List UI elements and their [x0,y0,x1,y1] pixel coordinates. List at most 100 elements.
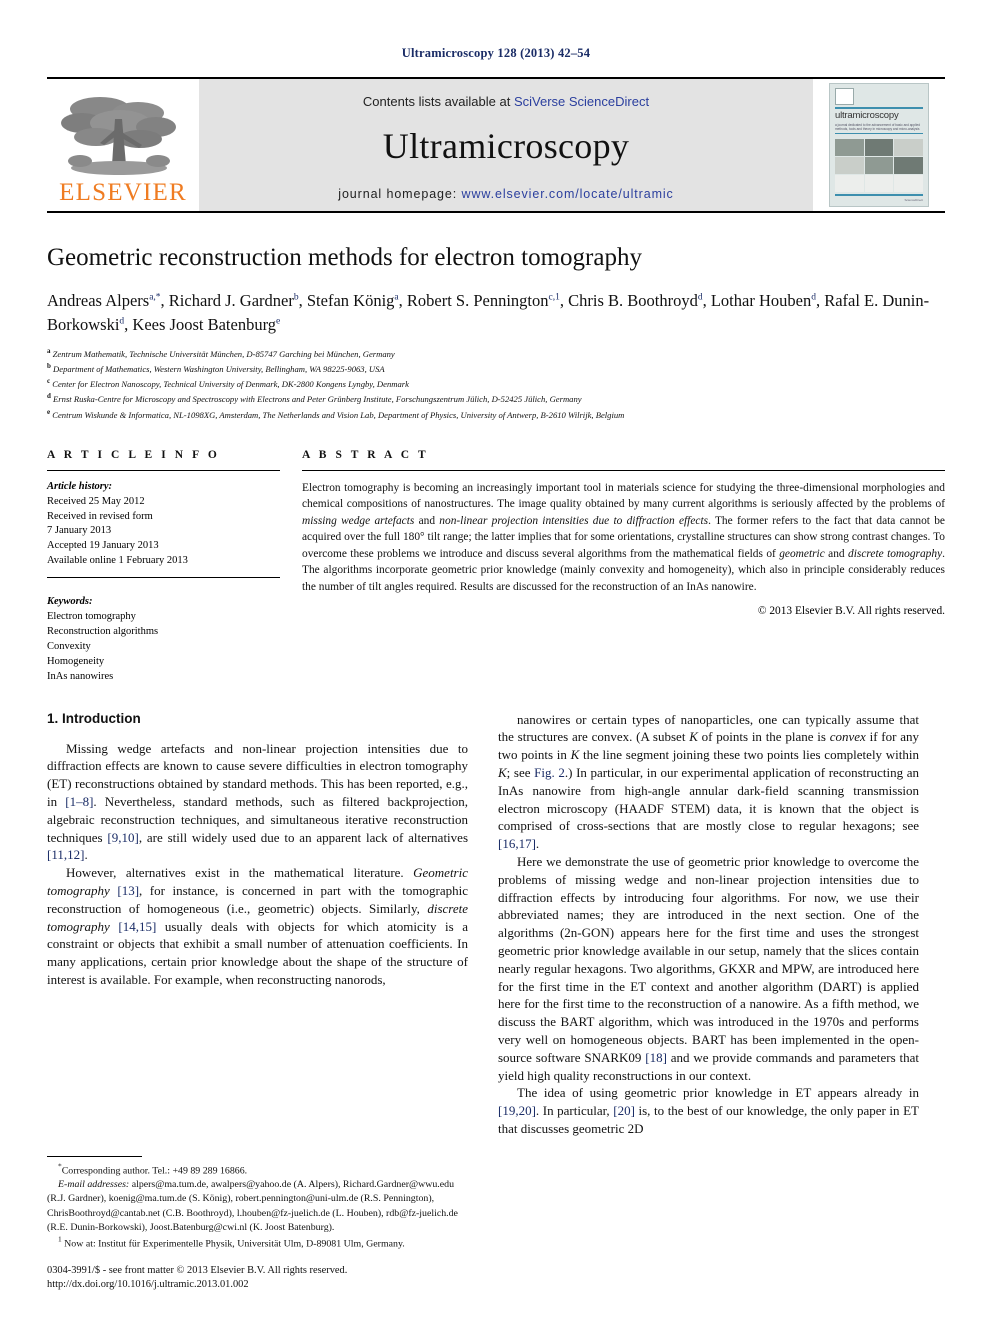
author-affiliation-marker: d [811,292,816,303]
cover-rule-mid [835,132,923,135]
running-head: Ultramicroscopy 128 (2013) 42–54 [401,46,591,60]
footnote-rule [47,1156,142,1158]
body-run: the line segment joining these two point… [579,747,919,763]
abstract-text: Electron tomography is becoming an incre… [302,480,945,596]
citation-reference[interactable]: [19,20] [498,1103,536,1118]
keywords-label: Keywords: [47,596,93,608]
article-history-line: Available online 1 February 2013 [47,555,188,567]
affiliation-marker: c [47,377,51,386]
body-run: Here we demonstrate the use of geometric… [498,853,919,1065]
abstract-emphasis: non-linear projection intensities due to… [439,514,709,527]
email-addresses-label: E-mail addresses: [58,1179,130,1191]
author-name: Kees Joost Batenburg [132,314,277,334]
author-affiliation-marker: b [293,292,299,303]
cover-rule-bottom [835,194,923,197]
footnote-marker-1: 1 [58,1234,62,1244]
affiliation: a Zentrum Mathematik, Technische Univers… [47,346,395,359]
author-affiliation-marker: e [276,316,281,327]
citation-reference[interactable]: [1–8] [65,794,93,809]
body-paragraph: Here we demonstrate the use of geometric… [498,853,919,1084]
footnote-note-1: 1 Now at: Institut für Experimentelle Ph… [47,1235,468,1251]
journal-masthead: ELSEVIER Contents lists available at Sci… [47,77,945,213]
cover-grid-cell [894,157,923,175]
author-name: Stefan König [306,291,395,310]
contents-available-line: Contents lists available at SciVerse Sci… [363,94,649,109]
footnote-note-1-text: Now at: Institut für Experimentelle Phys… [64,1237,405,1249]
cover-footer: ScienceDirect [904,198,923,203]
body-run: ; see [506,764,535,780]
affiliation: c Center for Electron Nanoscopy, Technic… [47,377,409,390]
cover-title: ultramicroscopy [835,110,899,122]
citation-reference[interactable]: [11,12] [47,847,84,862]
imprint-line-1: 0304-3991/$ - see front matter © 2013 El… [47,1264,348,1276]
abstract-emphasis: discrete tomography [848,547,943,560]
footnote-corresponding-author: *Corresponding author. Tel.: +49 89 289 … [47,1162,468,1178]
citation-reference[interactable]: [9,10] [107,830,138,845]
article-first-page: Ultramicroscopy 128 (2013) 42–54 ELSEVIE… [0,0,992,1323]
body-emphasis: K [570,747,580,763]
keyword: Reconstruction algorithms [47,625,159,637]
abstract-heading: A B S T R A C T [302,448,429,461]
citation-reference[interactable]: [18] [645,1050,667,1065]
masthead-right: ultramicroscopy a journal dedicated to t… [813,79,945,211]
author-affiliation-marker: c,1 [548,292,560,303]
journal-cover-thumbnail: ultramicroscopy a journal dedicated to t… [829,83,929,207]
affiliation: e Centrum Wiskunde & Informatica, NL-109… [47,407,625,420]
cover-grid-cell [835,157,864,175]
author-affiliation-marker: d [119,316,125,327]
cover-grid-cell [835,139,864,157]
divider [47,469,280,471]
citation-reference[interactable]: Fig. 2 [534,765,565,780]
keyword: Electron tomography [47,611,136,623]
sciencedirect-link[interactable]: SciVerse ScienceDirect [514,94,649,109]
affiliation-marker: d [47,392,51,401]
body-emphasis: K [689,729,698,745]
body-paragraph: nanowires or certain types of nanopartic… [498,711,919,853]
affiliation-marker: a [47,346,51,355]
body-emphasis: K [498,764,507,780]
author-affiliation-marker: d [697,292,703,303]
author-affiliation-marker: a,* [149,292,161,303]
info-abstract-row: A R T I C L E I N F O Article history: R… [47,449,945,685]
cover-grid-cell [864,157,894,175]
article-info-column: A R T I C L E I N F O Article history: R… [47,449,280,685]
cover-publisher-icon [835,88,854,106]
journal-homepage-link[interactable]: www.elsevier.com/locate/ultramic [462,187,674,201]
body-column-right: nanowires or certain types of nanopartic… [498,711,919,1138]
elsevier-tree-icon [61,97,176,175]
journal-title: Ultramicroscopy [382,125,630,166]
citation-reference[interactable]: [14,15] [118,919,156,934]
left-column-paragraphs: Missing wedge artefacts and non-linear p… [47,740,468,989]
article-history-line: Received in revised form [47,510,153,522]
body-paragraph: Missing wedge artefacts and non-linear p… [47,740,468,865]
affiliation: b Department of Mathematics, Western Was… [47,362,385,374]
article-history-line: 7 January 2013 [47,525,112,537]
abstract-emphasis: missing wedge artefacts [302,514,415,527]
body-paragraph: However, alternatives exist in the mathe… [47,864,468,989]
cover-grid-cell [864,175,894,193]
body-column-left: 1. Introduction Missing wedge artefacts … [47,711,468,1138]
abstract-run: and [824,547,849,560]
author-name: Lothar Houben [710,291,812,310]
imprint-block: 0304-3991/$ - see front matter © 2013 El… [47,1264,517,1293]
abstract-emphasis: geometric [779,547,825,560]
masthead-center: Contents lists available at SciVerse Sci… [199,79,813,211]
citation-reference[interactable]: [20] [613,1103,635,1118]
citation-reference[interactable]: [16,17] [498,836,536,851]
body-run: The idea of using geometric prior knowle… [517,1085,919,1101]
article-history-lines: Received 25 May 2012 Received in revised … [47,495,280,570]
body-run: . [84,847,88,863]
affiliation-marker: b [47,362,51,371]
footnote-block: *Corresponding author. Tel.: +49 89 289 … [47,1156,468,1251]
affiliation-list: a Zentrum Mathematik, Technische Univers… [47,346,945,422]
citation-reference[interactable]: [13] [117,883,139,898]
author-name: Robert S. Pennington [406,291,549,310]
divider [302,469,945,471]
cover-image-grid [835,139,923,193]
keywords-lines: Electron tomography Reconstruction algori… [47,610,280,685]
title-block: Geometric reconstruction methods for ele… [47,243,945,422]
divider [47,577,280,579]
body-run: , are still widely used due to an appare… [138,829,469,845]
cover-grid-cell [894,139,923,157]
abstract-run: Electron tomography is becoming an incre… [302,481,945,511]
